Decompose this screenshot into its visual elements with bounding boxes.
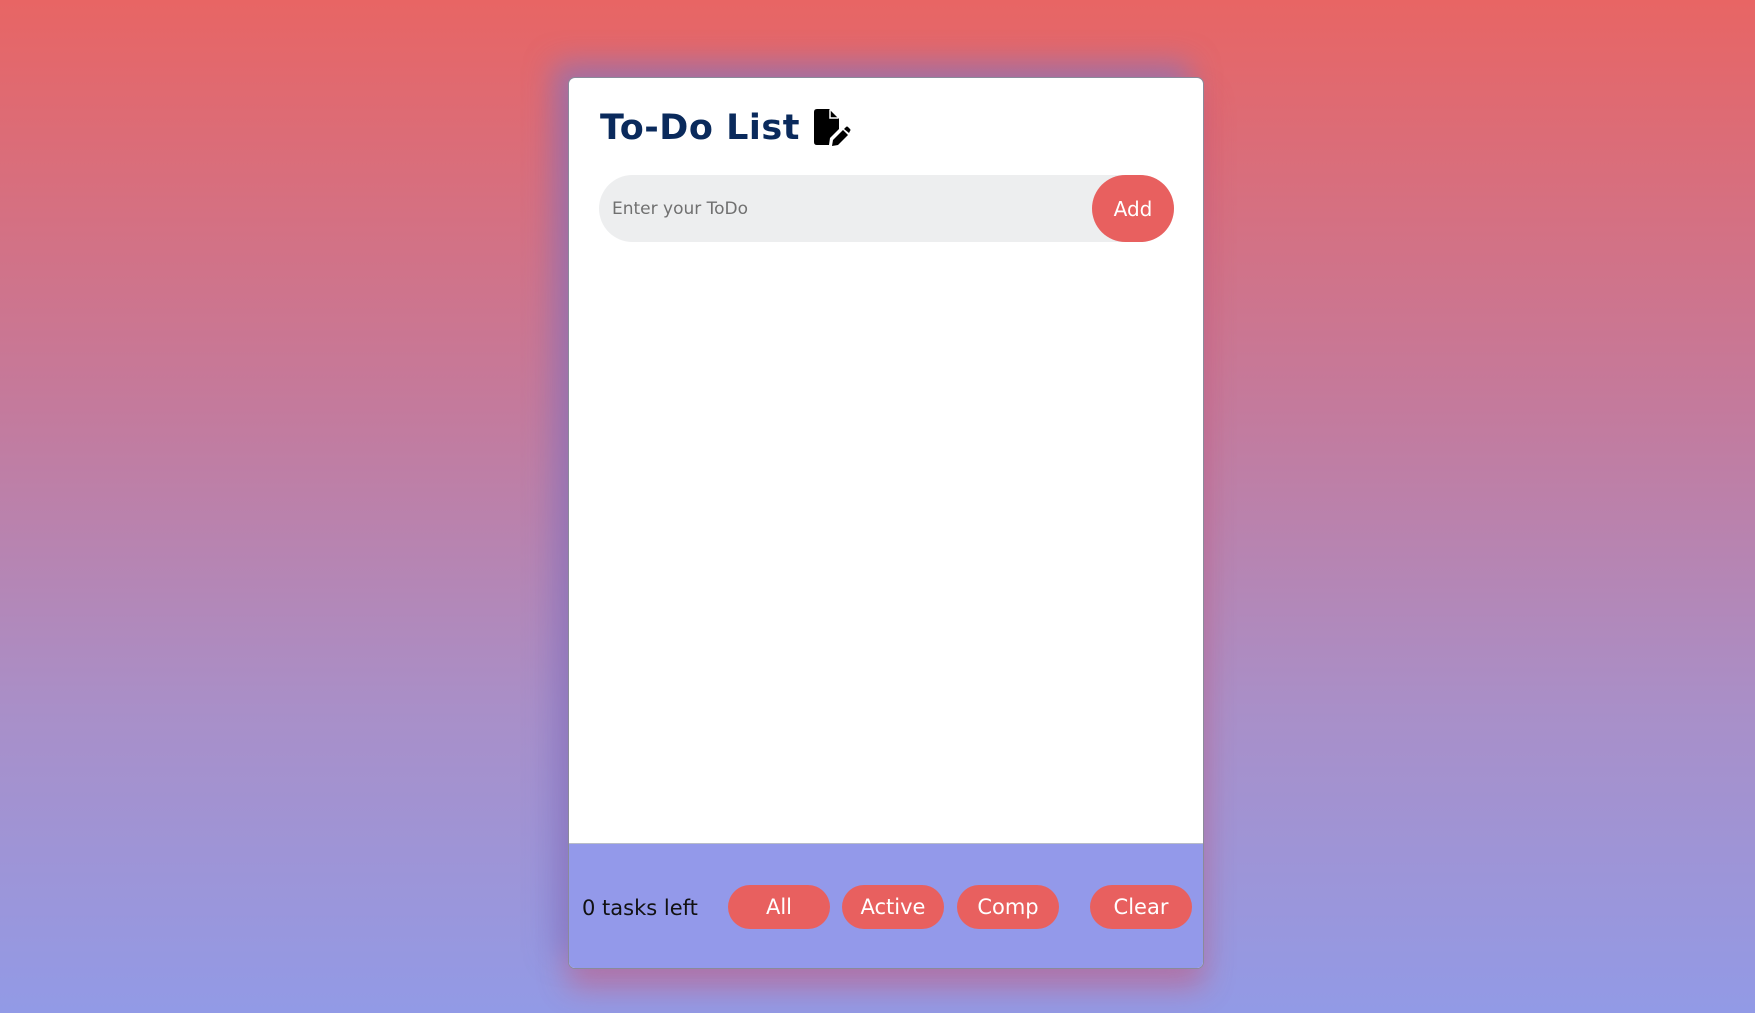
todo-list [569, 258, 1203, 843]
todo-input[interactable] [599, 174, 1092, 243]
header: To-Do List [600, 108, 852, 148]
file-pen-icon [812, 109, 852, 147]
filter-all-button[interactable]: All [728, 885, 830, 929]
filter-active-button[interactable]: Active [842, 885, 944, 929]
page-title: To-Do List [600, 108, 800, 148]
clear-button[interactable]: Clear [1090, 885, 1192, 929]
todo-input-row: Add [599, 174, 1174, 243]
tasks-left-count: 0 tasks left [582, 896, 698, 920]
footer: 0 tasks left All Active Comp Clear [569, 843, 1203, 968]
add-button[interactable]: Add [1092, 175, 1174, 242]
filter-completed-button[interactable]: Comp [957, 885, 1059, 929]
todo-card: To-Do List Add 0 tasks left All Active C… [568, 77, 1204, 969]
